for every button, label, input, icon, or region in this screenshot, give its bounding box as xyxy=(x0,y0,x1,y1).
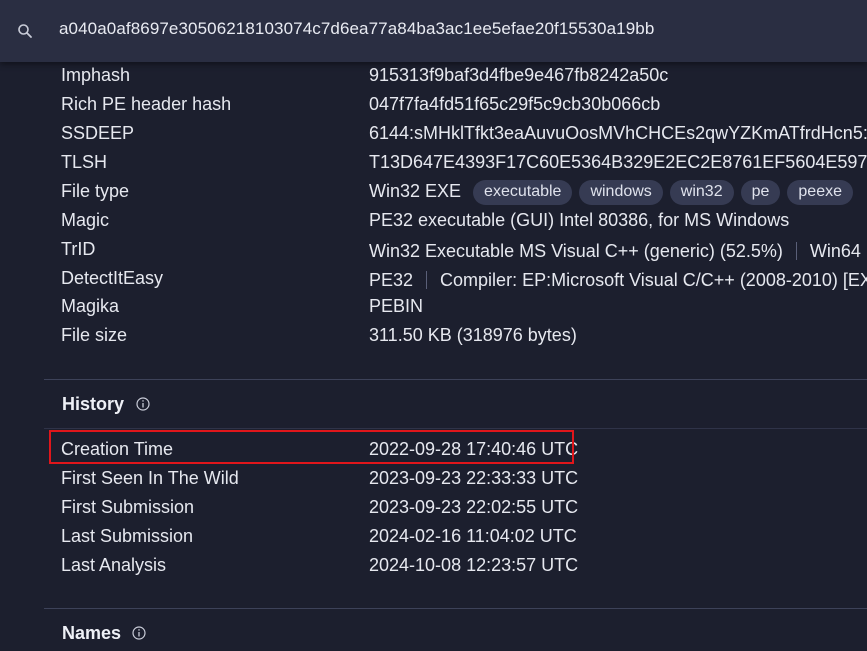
history-row-last-analysis: Last Analysis 2024-10-08 12:23:57 UTC xyxy=(0,552,867,581)
search-input[interactable]: a040a0af8697e30506218103074c7d6ea77a84ba… xyxy=(59,19,654,39)
separator xyxy=(426,271,428,289)
property-row-file-size: File size 311.50 KB (318976 bytes) xyxy=(0,322,867,351)
property-key: Imphash xyxy=(61,65,131,85)
die-entry: PE32 xyxy=(369,270,414,290)
file-details-panel: Imphash 915313f9baf3d4fbe9e467fb8242a50c… xyxy=(0,62,867,651)
separator xyxy=(795,242,797,260)
property-value: Win32 EXE executable windows win32 pe peexe xyxy=(369,180,853,206)
property-row-file-type: File type Win32 EXE executable windows win3… xyxy=(0,178,867,207)
history-row-first-submission: First Submission 2023-09-23 22:02:55 UTC xyxy=(0,494,867,523)
property-row-rich-pe-header-hash: Rich PE header hash 047f7fa4fd51f65c29f5… xyxy=(0,91,867,120)
property-key: File type xyxy=(61,181,130,201)
property-value[interactable]: 6144:sMHklTfkt3eaAuvuOosMVhCHCEs2qwYZKmA… xyxy=(369,123,867,144)
property-row-magika: Magika PEBIN xyxy=(0,293,867,322)
trid-entry: Win64 Exe xyxy=(809,241,867,261)
property-key: SSDEEP xyxy=(61,123,135,143)
tag-windows[interactable]: windows xyxy=(579,180,663,205)
history-key: First Seen In The Wild xyxy=(61,468,239,488)
property-value[interactable]: 915313f9baf3d4fbe9e467fb8242a50c xyxy=(369,65,668,86)
property-value: PEBIN xyxy=(369,296,424,316)
history-row-last-submission: Last Submission 2024-02-16 11:04:02 UTC xyxy=(0,523,867,552)
property-key: DetectItEasy xyxy=(61,268,164,288)
property-row-trid: TrID Win32 Executable MS Visual C++ (gen… xyxy=(0,236,867,265)
tag-pe[interactable]: pe xyxy=(740,180,781,205)
search-bar[interactable]: a040a0af8697e30506218103074c7d6ea77a84ba… xyxy=(0,0,867,62)
property-row-imphash: Imphash 915313f9baf3d4fbe9e467fb8242a50c xyxy=(0,62,867,91)
tag-executable[interactable]: executable xyxy=(473,180,573,205)
history-value: 2023-09-23 22:02:55 UTC xyxy=(369,497,579,517)
property-key: TLSH xyxy=(61,152,108,172)
creation-time-highlight-box xyxy=(49,430,574,464)
section-divider xyxy=(44,608,867,609)
property-key: Rich PE header hash xyxy=(61,94,232,114)
property-value[interactable]: T13D647E4393F17C60E5364B329E2EC2E8761EF5… xyxy=(369,152,867,173)
property-value: Win32 Executable MS Visual C++ (generic)… xyxy=(369,239,867,262)
names-title: Names xyxy=(62,623,122,643)
history-key: Last Submission xyxy=(61,526,194,546)
property-value: PE32 executable (GUI) Intel 80386, for M… xyxy=(369,210,790,230)
section-subdivider xyxy=(44,428,867,429)
info-icon[interactable] xyxy=(132,626,146,640)
search-icon[interactable] xyxy=(17,23,33,39)
property-key: Magika xyxy=(61,296,120,316)
property-row-tlsh: TLSH T13D647E4393F17C60E5364B329E2EC2E87… xyxy=(0,149,867,178)
property-key: File size xyxy=(61,325,128,345)
property-key: Magic xyxy=(61,210,110,230)
property-key: TrID xyxy=(61,239,96,259)
trid-entry: Win32 Executable MS Visual C++ (generic)… xyxy=(369,241,783,261)
property-value: PE32 Compiler: EP:Microsoft Visual C/C++ … xyxy=(369,268,867,291)
file-type-value: Win32 EXE xyxy=(369,181,462,201)
info-icon[interactable] xyxy=(136,397,150,411)
die-entry: Compiler: EP:Microsoft Visual C/C++ (200… xyxy=(440,270,867,290)
property-row-ssdeep: SSDEEP 6144:sMHklTfkt3eaAuvuOosMVhCHCEs2… xyxy=(0,120,867,149)
history-value: 2023-09-23 22:33:33 UTC xyxy=(369,468,579,488)
history-value: 2024-10-08 12:23:57 UTC xyxy=(369,555,579,575)
history-title: History xyxy=(62,394,125,414)
history-value: 2024-02-16 11:04:02 UTC xyxy=(369,526,577,546)
section-divider xyxy=(44,379,867,380)
history-row-first-seen: First Seen In The Wild 2023-09-23 22:33:… xyxy=(0,465,867,494)
tag-peexe[interactable]: peexe xyxy=(787,180,853,205)
property-value: 311.50 KB (318976 bytes) xyxy=(369,325,577,345)
history-key: Last Analysis xyxy=(61,555,167,575)
tag-win32[interactable]: win32 xyxy=(669,180,734,205)
property-value[interactable]: 047f7fa4fd51f65c29f5c9cb30b066cb xyxy=(369,94,660,115)
property-row-detectiteasy: DetectItEasy PE32 Compiler: EP:Microsoft … xyxy=(0,265,867,294)
property-row-magic: Magic PE32 executable (GUI) Intel 80386,… xyxy=(0,207,867,236)
history-key: First Submission xyxy=(61,497,195,517)
